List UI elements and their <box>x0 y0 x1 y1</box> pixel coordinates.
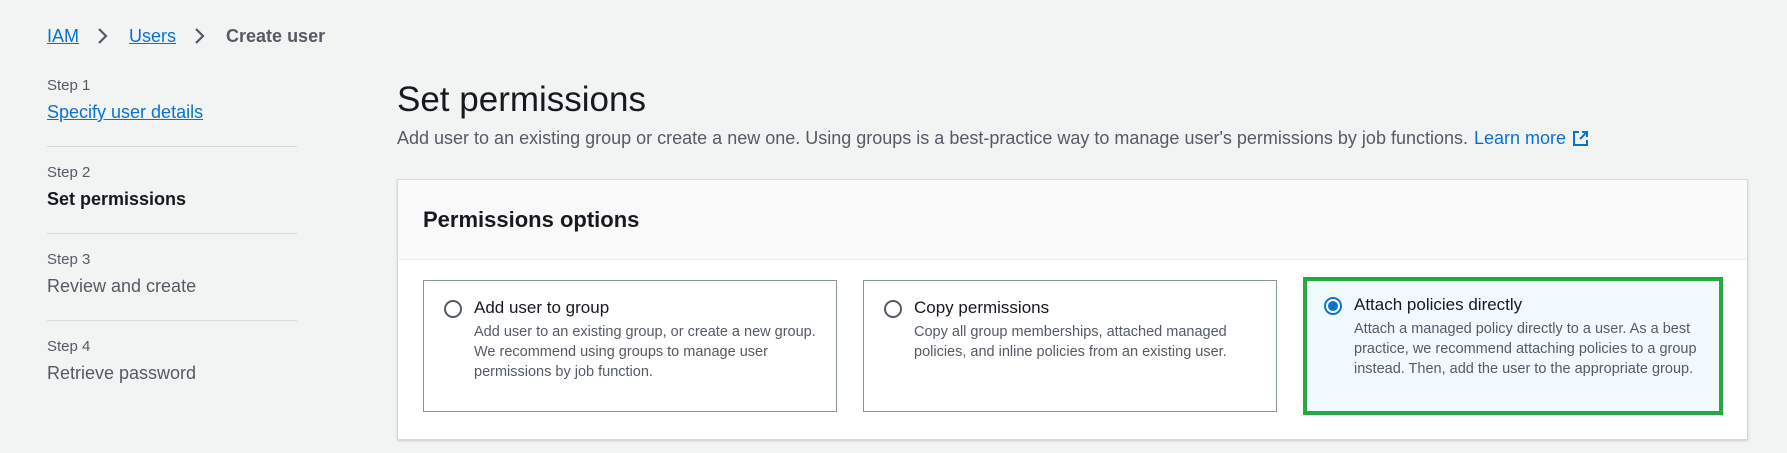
page-description: Add user to an existing group or create … <box>397 126 1747 150</box>
wizard-step-1: Step 1 Specify user details <box>47 76 297 147</box>
wizard-steps: Step 1 Specify user details Step 2 Set p… <box>47 76 297 423</box>
breadcrumb-current: Create user <box>226 26 326 46</box>
option-attach-policies-directly[interactable]: Attach policies directly Attach a manage… <box>1303 277 1723 415</box>
step-number: Step 2 <box>47 164 91 181</box>
wizard-step-2: Step 2 Set permissions <box>47 163 297 234</box>
step-title-active: Set permissions <box>47 189 187 209</box>
step-number: Step 3 <box>47 251 91 268</box>
wizard-step-3: Step 3 Review and create <box>47 250 297 321</box>
panel-title: Permissions options <box>423 206 640 232</box>
panel-header: Permissions options <box>398 180 1747 260</box>
radio-icon[interactable] <box>444 300 462 318</box>
wizard-step-4: Step 4 Retrieve password <box>47 337 297 407</box>
chevron-right-icon <box>194 27 208 45</box>
step-number: Step 4 <box>47 338 91 355</box>
breadcrumb-users-link[interactable]: Users <box>129 24 176 48</box>
permissions-options-panel: Permissions options Add user to group Ad… <box>397 179 1748 440</box>
learn-more-link[interactable]: Learn more <box>1474 126 1566 150</box>
step-title: Review and create <box>47 276 197 296</box>
page-title: Set permissions <box>397 80 646 119</box>
radio-icon[interactable] <box>1324 297 1342 315</box>
chevron-right-icon <box>97 27 111 45</box>
option-description: Add user to an existing group, or create… <box>474 324 816 380</box>
option-description: Copy all group memberships, attached man… <box>914 324 1227 360</box>
option-description: Attach a managed policy directly to a us… <box>1354 321 1697 377</box>
step-title: Retrieve password <box>47 363 197 383</box>
step-link-specify-user-details[interactable]: Specify user details <box>47 102 203 122</box>
permissions-options: Add user to group Add user to an existin… <box>423 277 1723 415</box>
breadcrumb-iam-link[interactable]: IAM <box>47 24 79 48</box>
option-title: Add user to group <box>474 298 610 317</box>
option-copy-permissions[interactable]: Copy permissions Copy all group membersh… <box>863 280 1277 412</box>
external-link-icon[interactable] <box>1572 130 1589 147</box>
radio-icon[interactable] <box>884 300 902 318</box>
main-content: Set permissions Add user to an existing … <box>397 78 1747 150</box>
option-title: Attach policies directly <box>1354 295 1523 314</box>
description-text: Add user to an existing group or create … <box>397 128 1468 148</box>
breadcrumb: IAM Users Create user <box>47 24 325 48</box>
option-title: Copy permissions <box>914 298 1050 317</box>
option-add-user-to-group[interactable]: Add user to group Add user to an existin… <box>423 280 837 412</box>
step-number: Step 1 <box>47 77 91 94</box>
